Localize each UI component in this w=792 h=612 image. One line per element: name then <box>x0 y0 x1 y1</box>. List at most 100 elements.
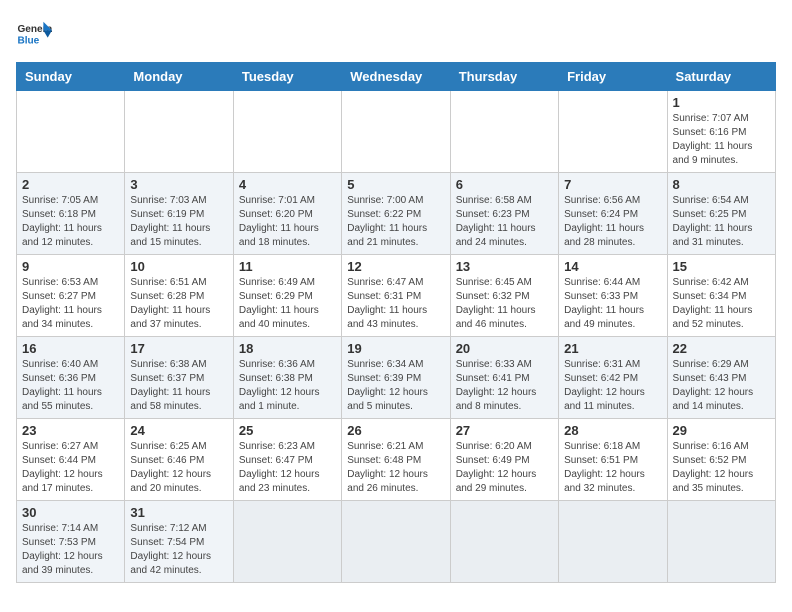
calendar-cell: 11Sunrise: 6:49 AM Sunset: 6:29 PM Dayli… <box>233 255 341 337</box>
calendar-cell <box>125 91 233 173</box>
svg-text:Blue: Blue <box>17 35 39 46</box>
calendar-cell <box>450 91 558 173</box>
calendar-cell: 16Sunrise: 6:40 AM Sunset: 6:36 PM Dayli… <box>17 337 125 419</box>
day-number: 9 <box>22 259 119 274</box>
header-thursday: Thursday <box>450 63 558 91</box>
day-info: Sunrise: 7:01 AM Sunset: 6:20 PM Dayligh… <box>239 194 336 250</box>
day-number: 1 <box>673 95 770 110</box>
day-info: Sunrise: 6:54 AM Sunset: 6:25 PM Dayligh… <box>673 194 770 250</box>
day-info: Sunrise: 7:12 AM Sunset: 7:54 PM Dayligh… <box>130 522 227 578</box>
day-number: 17 <box>130 341 227 356</box>
day-number: 21 <box>564 341 661 356</box>
day-number: 2 <box>22 177 119 192</box>
calendar-cell: 17Sunrise: 6:38 AM Sunset: 6:37 PM Dayli… <box>125 337 233 419</box>
calendar-cell: 24Sunrise: 6:25 AM Sunset: 6:46 PM Dayli… <box>125 419 233 501</box>
day-info: Sunrise: 6:23 AM Sunset: 6:47 PM Dayligh… <box>239 440 336 496</box>
calendar-cell: 12 Sunrise: 6:47 AM Sunset: 6:31 PM Dayli… <box>342 255 450 337</box>
header-wednesday: Wednesday <box>342 63 450 91</box>
calendar-cell: 27Sunrise: 6:20 AM Sunset: 6:49 PM Dayli… <box>450 419 558 501</box>
calendar-cell: 3 Sunrise: 7:03 AM Sunset: 6:19 PM Daylig… <box>125 173 233 255</box>
day-info: Sunrise: 6:51 AM Sunset: 6:28 PM Dayligh… <box>130 276 227 332</box>
day-info: Sunrise: 6:56 AM Sunset: 6:24 PM Dayligh… <box>564 194 661 250</box>
day-number: 30 <box>22 505 119 520</box>
header-saturday: Saturday <box>667 63 775 91</box>
week-row-2: 2Sunrise: 7:05 AM Sunset: 6:18 PM Daylig… <box>17 173 776 255</box>
day-number: 20 <box>456 341 553 356</box>
day-info: Sunrise: 7:14 AM Sunset: 7:53 PM Dayligh… <box>22 522 119 578</box>
day-info: Sunrise: 6:21 AM Sunset: 6:48 PM Dayligh… <box>347 440 444 496</box>
calendar-cell <box>233 91 341 173</box>
calendar-cell: 18Sunrise: 6:36 AM Sunset: 6:38 PM Dayli… <box>233 337 341 419</box>
day-info: Sunrise: 7:07 AM Sunset: 6:16 PM Dayligh… <box>673 112 770 168</box>
header-friday: Friday <box>559 63 667 91</box>
calendar-cell: 19 Sunrise: 6:34 AM Sunset: 6:39 PM Dayli… <box>342 337 450 419</box>
day-info: Sunrise: 6:16 AM Sunset: 6:52 PM Dayligh… <box>673 440 770 496</box>
week-row-4: 16Sunrise: 6:40 AM Sunset: 6:36 PM Dayli… <box>17 337 776 419</box>
week-row-6: 30 Sunrise: 7:14 AM Sunset: 7:53 PM Dayli… <box>17 501 776 583</box>
day-info: Sunrise: 6:29 AM Sunset: 6:43 PM Dayligh… <box>673 358 770 414</box>
calendar-cell: 26 Sunrise: 6:21 AM Sunset: 6:48 PM Dayli… <box>342 419 450 501</box>
calendar-cell: 10Sunrise: 6:51 AM Sunset: 6:28 PM Dayli… <box>125 255 233 337</box>
day-info: Sunrise: 6:18 AM Sunset: 6:51 PM Dayligh… <box>564 440 661 496</box>
calendar-cell: 25Sunrise: 6:23 AM Sunset: 6:47 PM Dayli… <box>233 419 341 501</box>
day-info: Sunrise: 6:40 AM Sunset: 6:36 PM Dayligh… <box>22 358 119 414</box>
calendar-cell <box>233 501 341 583</box>
day-info: Sunrise: 6:25 AM Sunset: 6:46 PM Dayligh… <box>130 440 227 496</box>
logo-icon: General Blue <box>16 16 52 52</box>
day-info: Sunrise: 7:00 AM Sunset: 6:22 PM Dayligh… <box>347 194 444 250</box>
day-info: Sunrise: 7:03 AM Sunset: 6:19 PM Dayligh… <box>130 194 227 250</box>
day-number: 6 <box>456 177 553 192</box>
calendar-cell: 6 Sunrise: 6:58 AM Sunset: 6:23 PM Daylig… <box>450 173 558 255</box>
day-info: Sunrise: 6:31 AM Sunset: 6:42 PM Dayligh… <box>564 358 661 414</box>
header-sunday: Sunday <box>17 63 125 91</box>
calendar-cell: 30 Sunrise: 7:14 AM Sunset: 7:53 PM Dayli… <box>17 501 125 583</box>
day-info: Sunrise: 6:58 AM Sunset: 6:23 PM Dayligh… <box>456 194 553 250</box>
calendar-header-row: SundayMondayTuesdayWednesdayThursdayFrid… <box>17 63 776 91</box>
day-info: Sunrise: 6:33 AM Sunset: 6:41 PM Dayligh… <box>456 358 553 414</box>
week-row-1: 1 Sunrise: 7:07 AM Sunset: 6:16 PM Daylig… <box>17 91 776 173</box>
day-number: 26 <box>347 423 444 438</box>
day-number: 4 <box>239 177 336 192</box>
day-info: Sunrise: 6:36 AM Sunset: 6:38 PM Dayligh… <box>239 358 336 414</box>
day-info: Sunrise: 6:42 AM Sunset: 6:34 PM Dayligh… <box>673 276 770 332</box>
day-number: 22 <box>673 341 770 356</box>
calendar-cell: 23 Sunrise: 6:27 AM Sunset: 6:44 PM Dayli… <box>17 419 125 501</box>
day-number: 5 <box>347 177 444 192</box>
calendar-cell: 28 Sunrise: 6:18 AM Sunset: 6:51 PM Dayli… <box>559 419 667 501</box>
day-number: 3 <box>130 177 227 192</box>
day-number: 14 <box>564 259 661 274</box>
calendar-cell: 2Sunrise: 7:05 AM Sunset: 6:18 PM Daylig… <box>17 173 125 255</box>
calendar-cell <box>342 91 450 173</box>
week-row-3: 9 Sunrise: 6:53 AM Sunset: 6:27 PM Daylig… <box>17 255 776 337</box>
day-number: 29 <box>673 423 770 438</box>
day-number: 13 <box>456 259 553 274</box>
calendar-table: SundayMondayTuesdayWednesdayThursdayFrid… <box>16 62 776 583</box>
calendar-cell: 31 Sunrise: 7:12 AM Sunset: 7:54 PM Dayli… <box>125 501 233 583</box>
day-info: Sunrise: 6:45 AM Sunset: 6:32 PM Dayligh… <box>456 276 553 332</box>
calendar-cell: 13 Sunrise: 6:45 AM Sunset: 6:32 PM Dayli… <box>450 255 558 337</box>
calendar-cell: 21 Sunrise: 6:31 AM Sunset: 6:42 PM Dayli… <box>559 337 667 419</box>
day-number: 11 <box>239 259 336 274</box>
header-monday: Monday <box>125 63 233 91</box>
calendar-cell: 29 Sunrise: 6:16 AM Sunset: 6:52 PM Dayli… <box>667 419 775 501</box>
day-number: 8 <box>673 177 770 192</box>
calendar-cell: 9 Sunrise: 6:53 AM Sunset: 6:27 PM Daylig… <box>17 255 125 337</box>
day-number: 28 <box>564 423 661 438</box>
day-info: Sunrise: 6:53 AM Sunset: 6:27 PM Dayligh… <box>22 276 119 332</box>
calendar-cell: 4 Sunrise: 7:01 AM Sunset: 6:20 PM Daylig… <box>233 173 341 255</box>
calendar-cell <box>667 501 775 583</box>
calendar-cell <box>17 91 125 173</box>
day-info: Sunrise: 6:27 AM Sunset: 6:44 PM Dayligh… <box>22 440 119 496</box>
day-number: 12 <box>347 259 444 274</box>
day-info: Sunrise: 6:44 AM Sunset: 6:33 PM Dayligh… <box>564 276 661 332</box>
calendar-cell: 8 Sunrise: 6:54 AM Sunset: 6:25 PM Daylig… <box>667 173 775 255</box>
day-info: Sunrise: 6:47 AM Sunset: 6:31 PM Dayligh… <box>347 276 444 332</box>
calendar-cell <box>559 501 667 583</box>
day-number: 23 <box>22 423 119 438</box>
day-number: 19 <box>347 341 444 356</box>
calendar-cell: 20 Sunrise: 6:33 AM Sunset: 6:41 PM Dayli… <box>450 337 558 419</box>
day-info: Sunrise: 6:34 AM Sunset: 6:39 PM Dayligh… <box>347 358 444 414</box>
page-header: General Blue <box>16 16 776 52</box>
day-number: 31 <box>130 505 227 520</box>
day-number: 7 <box>564 177 661 192</box>
